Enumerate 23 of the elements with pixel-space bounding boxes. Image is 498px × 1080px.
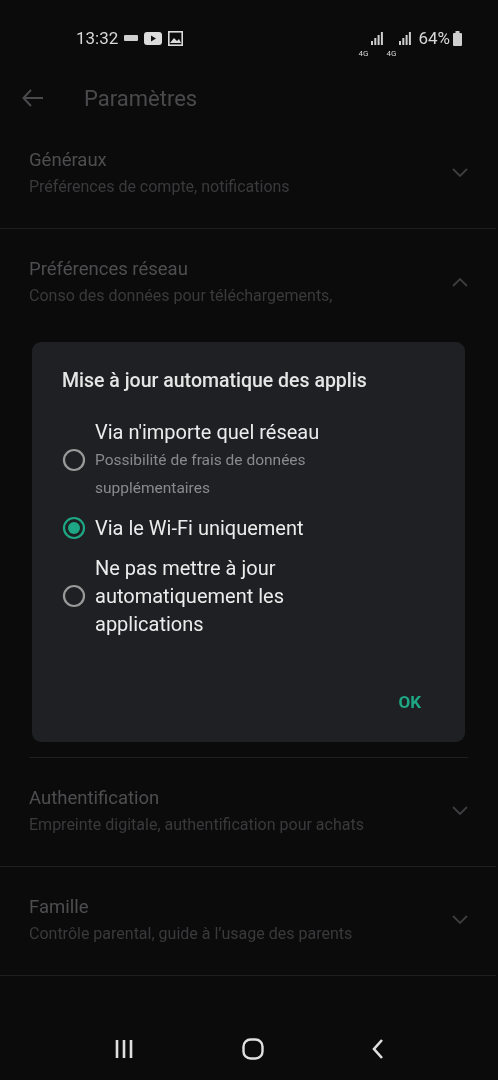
- battery-level: 64%: [418, 28, 450, 48]
- video-icon: [144, 31, 163, 45]
- dialog-title: Mise à jour automatique des applis: [62, 368, 368, 394]
- option-description: Possibilité de frais de données supplémentaires: [95, 450, 307, 499]
- signal-icon: [371, 31, 384, 45]
- notification-icon: [124, 34, 139, 42]
- battery-icon: [453, 30, 462, 46]
- image-icon: [168, 30, 184, 46]
- option-label[interactable]: Via le Wi-Fi uniquement: [95, 514, 304, 542]
- radio-button[interactable]: [62, 584, 86, 608]
- page-title: Paramètres: [84, 85, 198, 111]
- network-type: 4G: [358, 48, 369, 58]
- clock: 13:32: [76, 28, 119, 48]
- network-type: 4G: [386, 48, 397, 58]
- home-icon[interactable]: [242, 1038, 264, 1060]
- recent-apps-icon[interactable]: [114, 1039, 134, 1059]
- option-label[interactable]: Via n'importe quel réseau: [95, 418, 375, 446]
- option-label[interactable]: Ne pas mettre à jour automatiquement les applications: [95, 554, 375, 638]
- ok-button[interactable]: OK: [394, 688, 425, 716]
- radio-button[interactable]: [62, 448, 86, 472]
- back-icon[interactable]: [372, 1039, 384, 1059]
- signal-icon: [399, 31, 412, 45]
- radio-button[interactable]: [62, 516, 86, 540]
